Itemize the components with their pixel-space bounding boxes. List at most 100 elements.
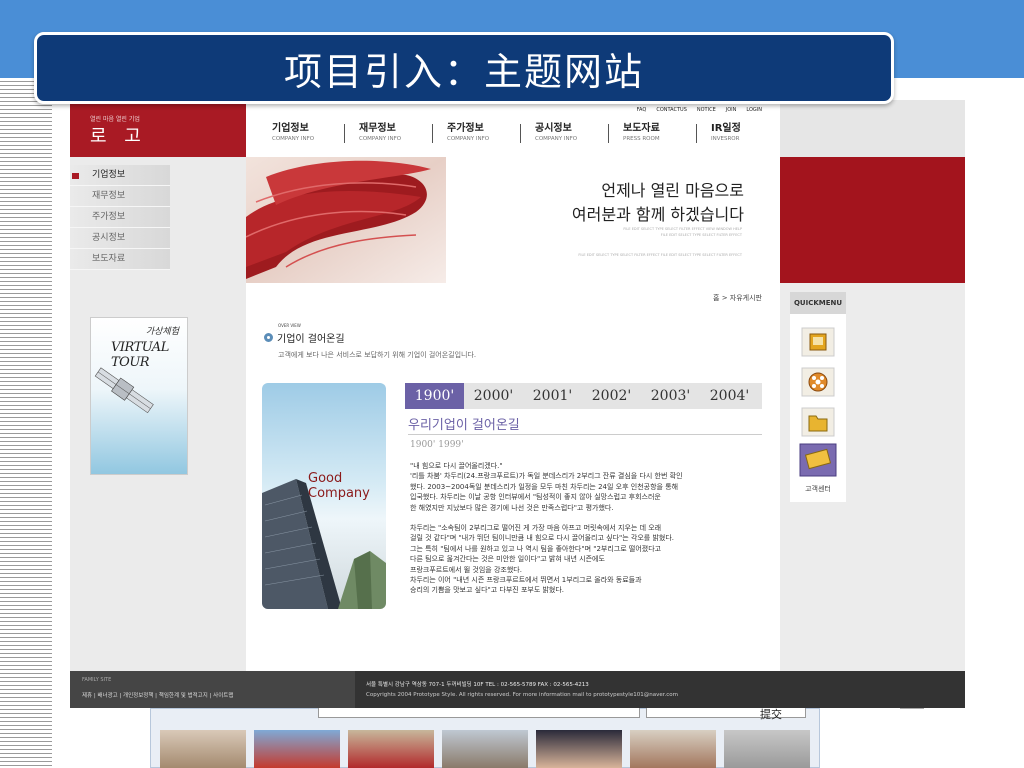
nav-label: 주가정보 — [447, 123, 484, 134]
website-screenshot: 열린 마음 열린 기업 로 고 FAQ CONTACTUS NOTICE JOI… — [70, 100, 965, 708]
nav-item-finance[interactable]: 재무정보 COMPANY INFO — [344, 124, 432, 143]
folder-icon[interactable] — [798, 404, 838, 440]
logo-area[interactable]: 열린 마음 열린 기업 로 고 — [70, 100, 246, 157]
photo-thumbnail — [160, 730, 246, 768]
history-body: "내 힘으로 다시 끌어올리겠다." '리틀 차붐' 차두리(24.프랑크푸르트… — [410, 461, 770, 606]
nav-item-company[interactable]: 기업정보 COMPANY INFO — [256, 124, 344, 143]
side-item-press[interactable]: 보도자료 — [70, 249, 170, 270]
good-company-line-2: Company — [308, 486, 370, 501]
nav-item-ir[interactable]: IR일정 INVESROR — [696, 124, 784, 143]
tab-2001[interactable]: 2001' — [523, 383, 582, 409]
good-company-image: Good Company — [262, 383, 386, 609]
quickmenu: QUICKMENU 고객센터 — [790, 292, 846, 502]
hero-red-band — [780, 157, 965, 283]
nav-label: 재무정보 — [359, 123, 396, 134]
slide-title: 项目引入：主题网站 — [283, 49, 644, 94]
ribbon-image — [246, 157, 446, 283]
nav-label: 공시정보 — [535, 123, 572, 134]
main-content: 홈 > 자유게시판 OVER VIEW 기업이 걸어온길 고객에게 보다 나은 … — [246, 283, 780, 671]
sidebar: 기업정보 재무정보 주가정보 공시정보 보도자료 가상체험 VIRTUAL TO… — [70, 157, 246, 708]
nav-sublabel: PRESS ROOM — [623, 136, 660, 142]
util-link-faq[interactable]: FAQ — [637, 107, 647, 113]
background-submit-button: 提交 — [760, 708, 782, 721]
background-photo-strip — [160, 730, 810, 768]
side-item-company[interactable]: 기업정보 — [70, 165, 170, 186]
background-line — [900, 708, 924, 709]
nav-item-disclosure[interactable]: 공시정보 COMPANY INFO — [520, 124, 608, 143]
breadcrumb: 홈 > 자유게시판 — [713, 294, 762, 302]
util-link-login[interactable]: LOGIN — [746, 107, 762, 113]
site-header: FAQ CONTACTUS NOTICE JOIN LOGIN 기업정보 COM… — [246, 100, 780, 157]
hero-caption-3: FILE EDIT SELECT TYPE SELECT FILTER EFFE… — [578, 253, 742, 257]
nav-label: 보도자료 — [623, 123, 660, 134]
slide-left-stripes — [0, 78, 52, 768]
history-paragraph: 차두리는 "소속팀이 2부리그로 떨어진 게 가장 마음 아프고 머릿속에서 지… — [410, 524, 674, 595]
nav-sublabel: COMPANY INFO — [272, 136, 315, 142]
hero-headline-2: 여러분과 함께 하겠습니다 — [571, 205, 744, 224]
header-right-filler — [780, 100, 965, 157]
photo-thumbnail — [630, 730, 716, 768]
tab-2003[interactable]: 2003' — [641, 383, 700, 409]
nav-label: IR일정 — [711, 123, 741, 134]
quickmenu-label: QUICKMENU — [790, 292, 846, 314]
virtual-tour-label-en: VIRTUAL TOUR — [111, 340, 169, 370]
list-book-icon[interactable] — [798, 442, 838, 478]
utility-links: FAQ CONTACTUS NOTICE JOIN LOGIN — [637, 107, 762, 113]
side-menu: 기업정보 재무정보 주가정보 공시정보 보도자료 — [70, 165, 170, 270]
photo-thumbnail — [254, 730, 340, 768]
util-link-notice[interactable]: NOTICE — [697, 107, 716, 113]
nav-label: 기업정보 — [272, 123, 309, 134]
family-site-label[interactable]: FAMILY SITE — [82, 677, 111, 683]
hero-headline-1: 언제나 열린 마음으로 — [601, 181, 744, 200]
history-divider — [408, 434, 762, 435]
quickmenu-caption: 고객센터 — [805, 485, 831, 493]
footer-left-panel: FAMILY SITE 제휴 | 배너광고 | 개인정보정책 | 책임한계 및 … — [70, 671, 355, 708]
virtual-tour-label-kr: 가상체험 — [145, 327, 179, 337]
history-paragraph: "내 힘으로 다시 끌어올리겠다." '리틀 차붐' 차두리(24.프랑크푸르트… — [410, 462, 683, 512]
nav-item-press[interactable]: 보도자료 PRESS ROOM — [608, 124, 696, 143]
nav-sublabel: COMPANY INFO — [447, 136, 490, 142]
photo-thumbnail — [442, 730, 528, 768]
film-reel-icon[interactable] — [798, 364, 838, 400]
photo-thumbnail — [348, 730, 434, 768]
footer-links[interactable]: 제휴 | 배너광고 | 개인정보정책 | 책임한계 및 법적고지 | 사이트맵 — [82, 691, 233, 699]
main-nav: 기업정보 COMPANY INFO 재무정보 COMPANY INFO 주가정보… — [256, 124, 784, 143]
logo-text: 로 고 — [90, 126, 147, 147]
tab-1900[interactable]: 1900' — [405, 383, 464, 409]
background-input-field-2 — [646, 708, 806, 718]
hero-banner: 언제나 열린 마음으로 여러분과 함께 하겠습니다 FILE EDIT SELE… — [246, 157, 780, 283]
tab-2000[interactable]: 2000' — [464, 383, 523, 409]
section-description: 고객에게 보다 나은 서비스로 보답하기 위해 기업이 걸어온길입니다. — [278, 351, 477, 359]
bullet-icon — [264, 333, 273, 342]
photo-thumbnail — [536, 730, 622, 768]
background-input-field — [318, 708, 640, 718]
section-title: 기업이 걸어온길 — [264, 330, 345, 345]
nav-sublabel: INVESROR — [711, 136, 740, 142]
video-icon[interactable] — [798, 324, 838, 360]
section-title-text: 기업이 걸어온길 — [277, 334, 345, 345]
photo-thumbnail — [724, 730, 810, 768]
slide-title-box: 项目引入：主题网站 — [34, 32, 894, 104]
virtual-tour-banner[interactable]: 가상체험 VIRTUAL TOUR — [90, 317, 188, 475]
nav-item-stock[interactable]: 주가정보 COMPANY INFO — [432, 124, 520, 143]
history-year-range: 1900' 1999' — [410, 440, 464, 450]
side-item-finance[interactable]: 재무정보 — [70, 186, 170, 207]
footer-copyright: Copyrights 2004 Prototype Style. All rig… — [366, 692, 678, 698]
util-link-join[interactable]: JOIN — [726, 107, 737, 113]
site-footer: FAMILY SITE 제휴 | 배너광고 | 개인정보정책 | 책임한계 및 … — [70, 671, 965, 708]
tab-2004[interactable]: 2004' — [700, 383, 759, 409]
good-company-line-1: Good — [308, 471, 343, 486]
footer-address: 서울 특별시 강남구 역삼동 707-1 두꺼비빌딩 10F TEL : 02-… — [366, 682, 589, 688]
good-company-text: Good Company — [308, 471, 370, 501]
nav-sublabel: COMPANY INFO — [535, 136, 578, 142]
history-title: 우리기업이 걸어온길 — [408, 418, 520, 433]
side-item-stock[interactable]: 주가정보 — [70, 207, 170, 228]
nav-sublabel: COMPANY INFO — [359, 136, 402, 142]
year-tabs: 1900' 2000' 2001' 2002' 2003' 2004' — [405, 383, 762, 409]
hero-caption-2: FILE EDIT SELECT TYPE SELECT FILTER EFFE… — [660, 233, 742, 237]
hero-caption-1: FILE EDIT SELECT TYPE SELECT FILTER EFFE… — [623, 227, 742, 231]
tab-2002[interactable]: 2002' — [582, 383, 641, 409]
section-overline: OVER VIEW — [278, 323, 301, 328]
side-item-disclosure[interactable]: 공시정보 — [70, 228, 170, 249]
util-link-contact[interactable]: CONTACTUS — [656, 107, 687, 113]
